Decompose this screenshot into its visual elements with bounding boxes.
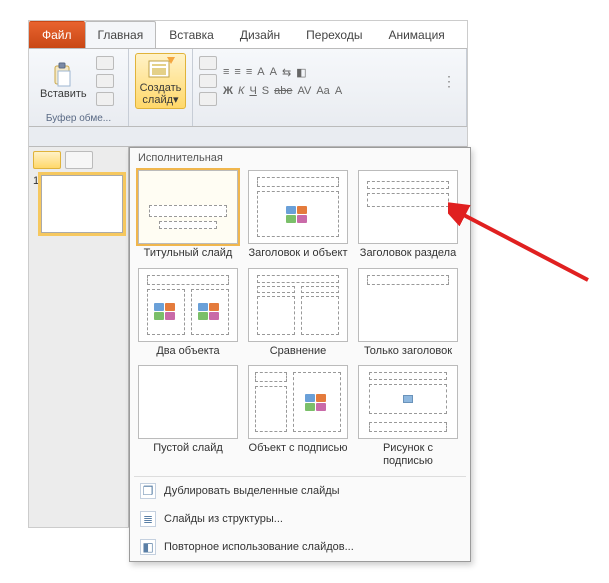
duplicate-icon: ❐ <box>140 483 156 499</box>
shrink-font-button[interactable]: A <box>270 66 277 78</box>
clipboard-mini <box>96 56 114 106</box>
clear-format-button[interactable]: ◧ <box>296 66 306 79</box>
section-button[interactable] <box>199 92 217 106</box>
align-center-button[interactable]: ≡ <box>234 66 240 78</box>
cmd-label: Повторное использование слайдов... <box>164 541 354 553</box>
tab-home[interactable]: Главная <box>85 21 157 48</box>
layout-label: Заголовок раздела <box>358 247 458 260</box>
new-slide-label: Создатьслайд▾ <box>140 82 182 106</box>
app-window: Файл Главная Вставка Дизайн Переходы Ани… <box>28 20 468 528</box>
clipboard-group-label: Буфер обме... <box>29 113 128 126</box>
new-slide-button[interactable]: Создатьслайд▾ <box>135 53 186 109</box>
cmd-reuse-slides[interactable]: ◧ Повторное использование слайдов... <box>130 533 470 561</box>
tab-strip: Файл Главная Вставка Дизайн Переходы Ани… <box>29 21 467 49</box>
tab-design[interactable]: Дизайн <box>227 21 293 48</box>
work-area: Исполнительная Титульный слайд <box>129 147 467 527</box>
outline-icon: ≣ <box>140 511 156 527</box>
layout-label: Заголовок и объект <box>248 247 348 260</box>
char-spacing-button[interactable]: AV <box>297 85 311 97</box>
paste-button[interactable]: Вставить <box>35 59 92 103</box>
ribbon: Вставить Буфер обме... Создатьслайд▾ <box>29 49 467 127</box>
ribbon-overflow-icon[interactable]: ⋮ <box>442 73 460 90</box>
layout-label: Только заголовок <box>358 345 458 358</box>
clipboard-icon <box>49 62 77 88</box>
reuse-icon: ◧ <box>140 539 156 555</box>
layout-label: Сравнение <box>248 345 348 358</box>
outline-view-button[interactable] <box>65 151 93 169</box>
slide-thumb <box>41 175 123 233</box>
layout-section-header[interactable]: Заголовок раздела <box>358 170 458 260</box>
underline-button[interactable]: Ч <box>249 85 256 97</box>
new-slide-gallery: Исполнительная Титульный слайд <box>129 147 471 562</box>
cmd-slides-from-outline[interactable]: ≣ Слайды из структуры... <box>130 505 470 533</box>
cmd-duplicate-slides[interactable]: ❐ Дублировать выделенные слайды <box>130 477 470 505</box>
layout-title-slide[interactable]: Титульный слайд <box>138 170 238 260</box>
copy-button[interactable] <box>96 74 114 88</box>
layout-label: Титульный слайд <box>138 247 238 260</box>
slide-number: 1 <box>33 175 39 233</box>
paste-label: Вставить <box>40 88 87 100</box>
layout-two-content[interactable]: Два объекта <box>138 268 238 358</box>
change-case-button[interactable]: Aa <box>316 85 329 97</box>
layout-label: Пустой слайд <box>138 442 238 455</box>
tab-file[interactable]: Файл <box>29 21 85 48</box>
layout-button[interactable] <box>199 56 217 70</box>
bold-button[interactable]: Ж <box>223 85 233 97</box>
font-color-button[interactable]: A <box>335 85 342 97</box>
cmd-label: Слайды из структуры... <box>164 513 283 525</box>
layout-label: Два объекта <box>138 345 238 358</box>
layout-label: Объект с подписью <box>248 442 348 455</box>
layout-blank[interactable]: Пустой слайд <box>138 365 238 467</box>
reset-button[interactable] <box>199 74 217 88</box>
format-painter-button[interactable] <box>96 92 114 106</box>
tab-insert[interactable]: Вставка <box>156 21 227 48</box>
layout-label: Рисунок с подписью <box>358 442 458 467</box>
cut-button[interactable] <box>96 56 114 70</box>
tab-animations[interactable]: Анимация <box>375 21 457 48</box>
tab-transitions[interactable]: Переходы <box>293 21 375 48</box>
text-direction-button[interactable]: ⇆ <box>282 66 291 79</box>
grow-font-button[interactable]: A <box>257 66 264 78</box>
layout-comparison[interactable]: Сравнение <box>248 268 348 358</box>
strike-button[interactable]: abe <box>274 85 292 97</box>
new-slide-icon <box>147 56 175 82</box>
layout-title-content[interactable]: Заголовок и объект <box>248 170 348 260</box>
layout-grid: Титульный слайд Заголовок и объект <box>130 166 470 476</box>
font-controls: ≡ ≡ ≡ A A ⇆ ◧ Ж К Ч S abe AV <box>221 64 344 99</box>
slide-thumb-1[interactable]: 1 <box>33 175 124 233</box>
align-left-button[interactable]: ≡ <box>223 66 229 78</box>
thumbnails-view-button[interactable] <box>33 151 61 169</box>
content-pane: 1 Исполнительная Титульный слайд <box>29 147 467 527</box>
shadow-button[interactable]: S <box>262 85 269 97</box>
layout-content-caption[interactable]: Объект с подписью <box>248 365 348 467</box>
italic-button[interactable]: К <box>238 85 244 97</box>
layout-title-only[interactable]: Только заголовок <box>358 268 458 358</box>
cmd-label: Дублировать выделенные слайды <box>164 485 340 497</box>
slide-thumbnails-pane: 1 <box>29 147 129 527</box>
gallery-section-label: Исполнительная <box>130 148 470 166</box>
layout-picture-caption[interactable]: Рисунок с подписью <box>358 365 458 467</box>
ruler-row <box>29 127 467 147</box>
align-right-button[interactable]: ≡ <box>246 66 252 78</box>
